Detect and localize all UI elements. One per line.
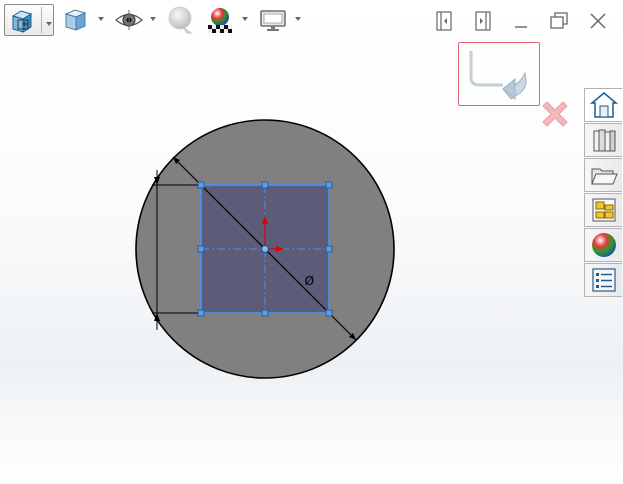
custom-properties-icon xyxy=(591,268,616,292)
hide-show-items-button[interactable] xyxy=(113,4,145,36)
design-library-icon xyxy=(593,129,615,152)
minimize-icon xyxy=(515,26,527,28)
view-palette-icon xyxy=(592,198,615,222)
view-settings-button[interactable] xyxy=(257,4,289,36)
apply-scene-button[interactable] xyxy=(204,4,236,36)
heads-up-view-toolbar xyxy=(0,0,623,42)
center-point[interactable] xyxy=(261,245,269,253)
restore-left-icon xyxy=(436,11,452,31)
file-explorer-icon xyxy=(590,168,618,185)
close-icon xyxy=(590,13,606,29)
restore-right-button[interactable] xyxy=(473,10,495,32)
hide-show-items-icon xyxy=(114,7,144,33)
tab-appearances-scenes[interactable] xyxy=(584,228,622,262)
chevron-down-icon[interactable] xyxy=(98,17,104,21)
chevron-down-icon[interactable] xyxy=(150,17,156,21)
chevron-down-icon[interactable] xyxy=(295,17,301,21)
view-orientation-icon xyxy=(9,8,35,34)
apply-scene-icon xyxy=(205,5,235,35)
display-style-icon xyxy=(63,7,89,33)
close-button[interactable] xyxy=(587,10,609,32)
restore-right-icon xyxy=(475,11,491,31)
tab-solidworks-resources[interactable] xyxy=(584,88,622,122)
restore-left-button[interactable] xyxy=(434,10,456,32)
tab-file-explorer[interactable] xyxy=(584,158,622,192)
graphics-area[interactable]: Ø xyxy=(0,42,583,484)
edit-appearance-icon xyxy=(165,5,195,35)
edit-appearance-button[interactable] xyxy=(164,4,196,36)
maximize-button[interactable] xyxy=(548,10,570,32)
tab-design-library[interactable] xyxy=(584,123,622,157)
svg-text:Ø: Ø xyxy=(305,274,314,288)
chevron-down-icon[interactable] xyxy=(46,22,52,26)
view-settings-icon xyxy=(258,7,288,33)
view-orientation-button[interactable] xyxy=(4,4,54,36)
chevron-down-icon[interactable] xyxy=(242,17,248,21)
appearances-scenes-icon xyxy=(591,233,616,257)
solidworks-resources-icon xyxy=(589,92,618,118)
task-pane-tabs xyxy=(584,88,623,298)
maximize-icon xyxy=(550,12,568,29)
sketch-canvas[interactable]: Ø xyxy=(0,42,583,484)
minimize-button[interactable] xyxy=(510,10,532,32)
tab-custom-properties[interactable] xyxy=(584,263,622,297)
tab-view-palette[interactable] xyxy=(584,193,622,227)
display-style-button[interactable] xyxy=(62,4,90,36)
